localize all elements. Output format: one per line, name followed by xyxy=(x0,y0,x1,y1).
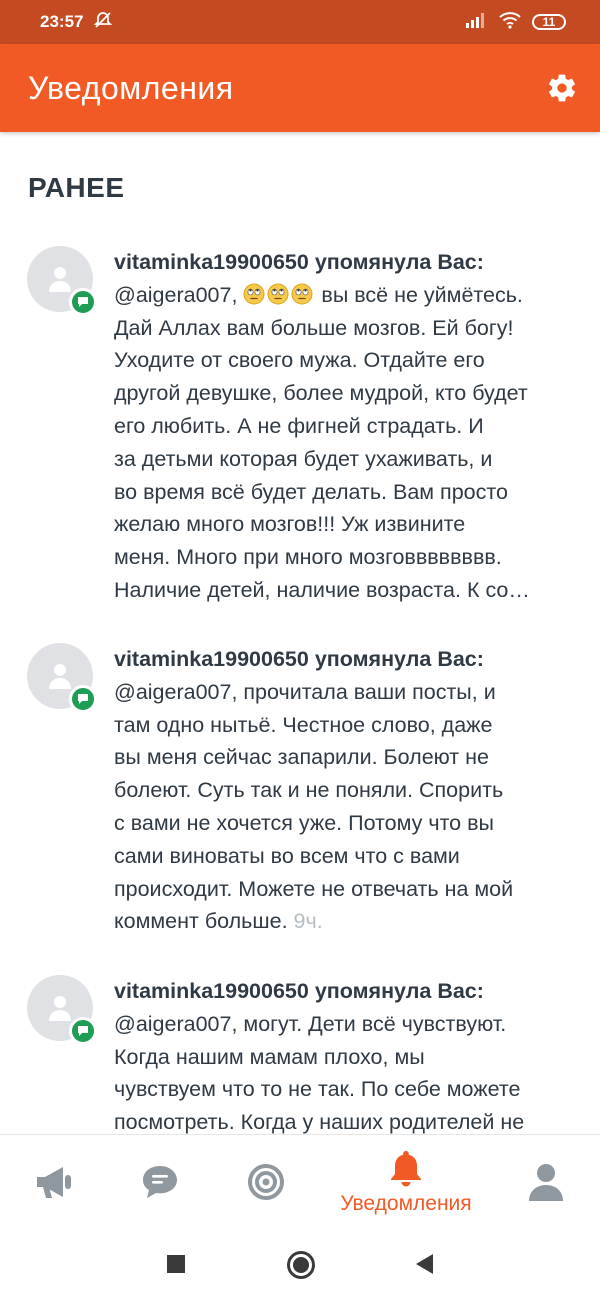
user-placeholder-icon xyxy=(49,664,71,689)
notification-line: там одно нытьё. Честное слово, даже xyxy=(114,712,493,737)
notification-mention[interactable]: @aigera007, xyxy=(114,283,237,307)
home-button[interactable] xyxy=(286,1250,316,1280)
gear-icon xyxy=(549,74,575,102)
notification-line: Уходите от своего мужа. Отдайте его xyxy=(114,348,485,373)
notification-line: его любить. А не фигней страдать. И xyxy=(114,413,484,438)
notification-author[interactable]: vitaminka19900650 xyxy=(114,647,309,671)
avatar[interactable] xyxy=(27,643,97,713)
mute-alarm-icon xyxy=(93,10,113,35)
target-icon xyxy=(248,1164,284,1200)
bell-icon xyxy=(391,1151,421,1187)
system-navigation-bar xyxy=(0,1228,600,1299)
nav-target[interactable] xyxy=(240,1135,292,1229)
bottom-navigation: Уведомления xyxy=(0,1134,600,1228)
notification-line: сами виноваты во всем что с вами xyxy=(114,843,460,868)
notification-line: происходит. Можете не отвечать на мой xyxy=(114,876,514,901)
comment-badge-icon xyxy=(69,685,97,713)
comment-badge-icon xyxy=(69,1017,97,1045)
notification-line: Когда нашим мамам плохо, мы xyxy=(114,1044,425,1069)
notification-line: другой девушке, более мудрой, кто будет xyxy=(114,381,528,406)
square-icon xyxy=(167,1255,185,1273)
back-button[interactable] xyxy=(413,1252,435,1276)
notification-line: @aigera007, могут. Дети всё чувствуют. xyxy=(114,1011,507,1036)
status-bar: 23:57 11 xyxy=(0,0,600,44)
back-triangle-icon xyxy=(416,1254,433,1274)
home-circle-icon xyxy=(287,1251,315,1279)
nav-notifications[interactable]: Уведомления xyxy=(326,1135,486,1229)
profile-icon xyxy=(529,1164,563,1201)
notification-line: коммент больше. xyxy=(114,909,288,934)
chat-bubble-icon xyxy=(143,1166,177,1198)
battery-indicator: 11 xyxy=(532,14,566,30)
rolling-eyes-emoji-icon xyxy=(243,283,321,307)
notification-line: чувствуем что то не так. По себе можете xyxy=(114,1077,521,1102)
notification-text: vitaminka19900650 упомянула Вас: @aigera… xyxy=(114,246,574,607)
notification-verb: упомянула Вас: xyxy=(314,250,484,274)
notification-line: с вами не хочется уже. Потому что вы xyxy=(114,810,494,835)
status-time: 23:57 xyxy=(40,12,84,31)
notification-line: желаю много мозгов!!! Уж извините xyxy=(114,512,466,537)
notification-verb: упомянула Вас: xyxy=(314,979,484,1003)
notification-line: во время всё будет делать. Вам просто xyxy=(114,479,508,504)
wifi-icon xyxy=(498,11,522,34)
nav-profile[interactable] xyxy=(520,1135,572,1229)
nav-messages[interactable] xyxy=(134,1135,186,1229)
notification-line: за детьми которая будет ухаживать, и xyxy=(114,446,493,471)
notification-line: @aigera007, прочитала ваши посты, и xyxy=(114,679,496,704)
nav-notifications-label: Уведомления xyxy=(340,1192,472,1215)
notification-text: vitaminka19900650 упомянула Вас: @aigera… xyxy=(114,975,574,1134)
notification-author[interactable]: vitaminka19900650 xyxy=(114,250,309,274)
page-title: Уведомления xyxy=(28,69,234,106)
notification-line: вы всё не уймётесь. xyxy=(321,282,523,307)
notification-text: vitaminka19900650 упомянула Вас: @aigera… xyxy=(114,643,574,938)
section-title: РАНЕЕ xyxy=(28,172,125,203)
app-bar: Уведомления xyxy=(0,44,600,132)
notification-line: посмотреть. Когда у наших родителей не xyxy=(114,1110,525,1134)
recent-apps-button[interactable] xyxy=(166,1254,186,1274)
notification-line: вы меня сейчас запарили. Болеют не xyxy=(114,745,489,770)
notification-verb: упомянула Вас: xyxy=(314,647,484,671)
nav-announcements[interactable] xyxy=(28,1135,80,1229)
avatar[interactable] xyxy=(27,246,97,316)
notification-line: болеют. Суть так и не поняли. Спорить xyxy=(114,778,504,803)
notifications-list[interactable]: РАНЕЕ vitaminka19900650 упомянула Вас: @… xyxy=(0,132,600,1134)
notification-line: Наличие детей, наличие возраста. К со… xyxy=(114,577,530,602)
user-placeholder-icon xyxy=(49,267,71,292)
notification-author[interactable]: vitaminka19900650 xyxy=(114,979,309,1003)
avatar[interactable] xyxy=(27,975,97,1045)
user-placeholder-icon xyxy=(49,996,71,1021)
signal-icon xyxy=(464,11,488,34)
megaphone-icon xyxy=(37,1167,71,1198)
notification-time: 9ч. xyxy=(293,909,323,934)
notification-line: Дай Аллах вам больше мозгов. Ей богу! xyxy=(114,315,514,340)
notification-line: меня. Много при много мозговввввввв. xyxy=(114,545,502,570)
settings-button[interactable] xyxy=(542,68,582,108)
comment-badge-icon xyxy=(69,288,97,316)
